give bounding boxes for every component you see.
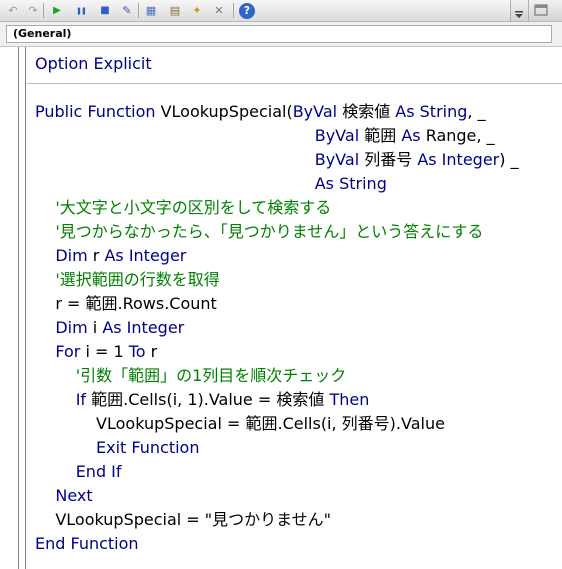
code-line[interactable]: If 範囲.Cells(i, 1).Value = 検索値 Then [35, 388, 519, 412]
code-line[interactable]: '見つからなかったら、「見つかりません」という答えにする [35, 220, 519, 244]
toolbar-separator [233, 3, 234, 18]
toolbar-separator [138, 3, 139, 18]
project-explorer-icon[interactable]: ▦ [142, 2, 160, 20]
code-line[interactable]: Dim r As Integer [35, 244, 519, 268]
code-window-header: (General) [0, 22, 562, 47]
code-line[interactable]: End If [35, 460, 519, 484]
reset-icon[interactable]: ■ [96, 2, 114, 20]
undo-icon[interactable]: ↶ [4, 2, 22, 20]
object-browser-icon[interactable]: ✦ [188, 2, 206, 20]
code-line[interactable]: r = 範囲.Rows.Count [35, 292, 519, 316]
code-line[interactable]: VLookupSpecial = "見つかりません" [35, 508, 519, 532]
window-grip-icon[interactable] [528, 0, 562, 21]
run-icon[interactable]: ▶ [48, 2, 66, 20]
code-editor[interactable]: Option Explicit Public Function VLookupS… [0, 47, 562, 569]
gutter-divider [25, 47, 26, 569]
code-text[interactable]: Option Explicit Public Function VLookupS… [35, 52, 519, 556]
break-icon[interactable]: ❚❚ [72, 2, 90, 20]
code-line[interactable]: VLookupSpecial = 範囲.Cells(i, 列番号).Value [35, 412, 519, 436]
code-line[interactable]: '選択範囲の行数を取得 [35, 268, 519, 292]
object-combo[interactable]: (General) [6, 25, 552, 43]
code-line[interactable]: Next [35, 484, 519, 508]
properties-window-icon[interactable]: ▤ [166, 2, 184, 20]
toolbar-overflow-chevron-icon[interactable] [510, 0, 528, 21]
toolbar-separator [43, 3, 44, 18]
code-line[interactable]: Option Explicit [35, 52, 519, 76]
code-line[interactable]: End Function [35, 532, 519, 556]
code-line[interactable] [35, 76, 519, 100]
object-combo-value: (General) [13, 27, 72, 40]
gutter-divider [18, 47, 19, 569]
help-icon[interactable]: ? [238, 2, 256, 20]
code-line[interactable]: For i = 1 To r [35, 340, 519, 364]
code-line[interactable]: ByVal 列番号 As Integer) _ [35, 148, 519, 172]
code-line[interactable]: ByVal 範囲 As Range, _ [35, 124, 519, 148]
code-line[interactable]: '大文字と小文字の区別をして検索する [35, 196, 519, 220]
design-mode-icon[interactable]: ✎ [118, 2, 136, 20]
code-line[interactable]: Exit Function [35, 436, 519, 460]
code-area[interactable]: Option Explicit Public Function VLookupS… [27, 47, 562, 569]
margin-indicator-bar[interactable] [0, 47, 25, 569]
redo-icon[interactable]: ↷ [24, 2, 42, 20]
code-line[interactable]: '引数「範囲」の1列目を順次チェック [35, 364, 519, 388]
code-line[interactable]: As String [35, 172, 519, 196]
standard-toolbar: ↶ ↷ ▶ ❚❚ ■ ✎ ▦ ▤ ✦ ✕? [0, 0, 562, 22]
code-line[interactable]: Public Function VLookupSpecial(ByVal 検索値… [35, 100, 519, 124]
toolbox-icon[interactable]: ✕ [210, 2, 228, 20]
code-line[interactable]: Dim i As Integer [35, 316, 519, 340]
